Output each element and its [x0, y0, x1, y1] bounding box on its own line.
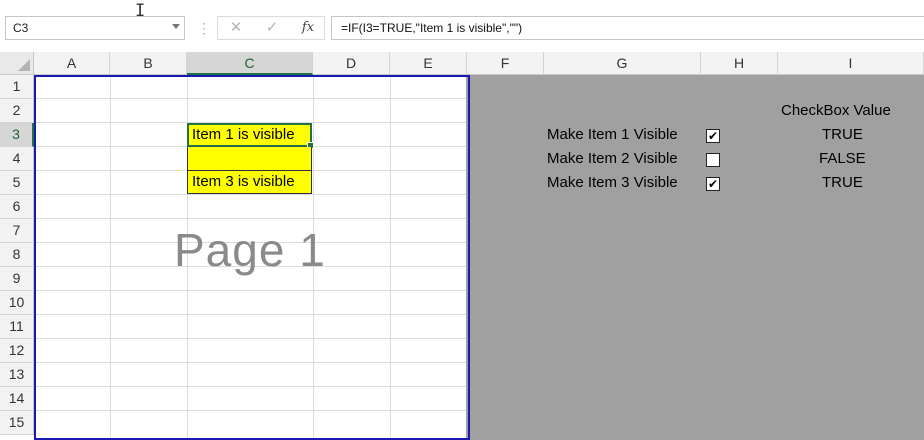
row-header-2[interactable]: 2 — [0, 99, 34, 123]
more-options-icon[interactable]: ⋮ — [197, 16, 211, 40]
name-box-value: C3 — [13, 21, 29, 35]
checkbox-value-1: TRUE — [822, 126, 863, 143]
row-header-10[interactable]: 10 — [0, 291, 34, 315]
row-header-6[interactable]: 6 — [0, 195, 34, 219]
enter-icon[interactable]: ✓ — [254, 17, 290, 39]
column-header-f[interactable]: F — [467, 52, 544, 75]
row-header-11[interactable]: 11 — [0, 315, 34, 339]
row-header-13[interactable]: 13 — [0, 363, 34, 387]
insert-function-icon[interactable]: fx — [290, 17, 326, 39]
row-header-4[interactable]: 4 — [0, 147, 34, 171]
cell-c5[interactable]: Item 3 is visible — [187, 170, 312, 194]
gridline-horizontal — [34, 290, 466, 291]
column-header-c[interactable]: C — [187, 52, 313, 75]
row-header-12[interactable]: 12 — [0, 339, 34, 363]
row-header-5[interactable]: 5 — [0, 171, 34, 195]
checkbox-1[interactable]: ✔ — [706, 129, 720, 143]
row-header-3[interactable]: 3 — [0, 123, 34, 147]
cancel-icon[interactable]: ✕ — [218, 17, 254, 39]
column-header-d[interactable]: D — [313, 52, 390, 75]
chevron-down-icon[interactable] — [172, 24, 180, 29]
cell-c3-text: Item 1 is visible — [192, 126, 295, 143]
checkbox-2[interactable] — [706, 153, 720, 167]
cell-area[interactable]: Page 1 Item 1 is visible Item 3 is visib… — [34, 75, 924, 440]
column-header-b[interactable]: B — [110, 52, 187, 75]
row-header-1[interactable]: 1 — [0, 75, 34, 99]
row-header-7[interactable]: 7 — [0, 219, 34, 243]
checkbox-label-2: Make Item 2 Visible — [547, 150, 678, 167]
checkbox-label-1: Make Item 1 Visible — [547, 126, 678, 143]
gridline-horizontal — [34, 338, 466, 339]
column-header-e[interactable]: E — [390, 52, 467, 75]
gridline-horizontal — [34, 386, 466, 387]
column-header-g[interactable]: G — [544, 52, 701, 75]
select-all-triangle-icon — [18, 59, 30, 71]
cell-c4[interactable] — [187, 147, 312, 171]
spreadsheet-grid: ABCDEFGHI 1 2 3 4 5 6 7 8 9 10 11 12 13 14 15 Page 1 I… — [0, 52, 924, 440]
gridline-horizontal — [34, 98, 466, 99]
column-header-a[interactable]: A — [34, 52, 110, 75]
page-watermark: Page 1 — [174, 224, 326, 276]
formula-buttons: ✕ ✓ fx — [217, 16, 325, 40]
formula-text: =IF(I3=TRUE,"Item 1 is visible","") — [341, 21, 523, 35]
formula-bar: C3 I ⋮ ✕ ✓ fx =IF(I3=TRUE,"Item 1 is vis… — [0, 0, 924, 52]
text-cursor-icon: I — [135, 1, 146, 21]
gridline-horizontal — [34, 410, 466, 411]
checkbox-value-header: CheckBox Value — [781, 102, 891, 119]
cell-c3[interactable]: Item 1 is visible — [187, 123, 314, 149]
column-header-i[interactable]: I — [778, 52, 924, 75]
cell-c5-text: Item 3 is visible — [192, 173, 295, 190]
row-header-14[interactable]: 14 — [0, 387, 34, 411]
column-header-h[interactable]: H — [701, 52, 778, 75]
gridline-horizontal — [34, 362, 466, 363]
row-header-15[interactable]: 15 — [0, 411, 34, 435]
formula-input[interactable]: =IF(I3=TRUE,"Item 1 is visible","") — [331, 16, 924, 40]
gridline-horizontal — [34, 314, 466, 315]
select-all-button[interactable] — [0, 52, 34, 75]
gridline-horizontal — [34, 194, 466, 195]
name-box[interactable]: C3 — [5, 16, 185, 40]
gridline-horizontal — [34, 218, 466, 219]
row-header-9[interactable]: 9 — [0, 267, 34, 291]
checkbox-value-3: TRUE — [822, 174, 863, 191]
checkbox-value-2: FALSE — [819, 150, 866, 167]
row-header-8[interactable]: 8 — [0, 243, 34, 267]
checkbox-label-3: Make Item 3 Visible — [547, 174, 678, 191]
checkbox-3[interactable]: ✔ — [706, 177, 720, 191]
